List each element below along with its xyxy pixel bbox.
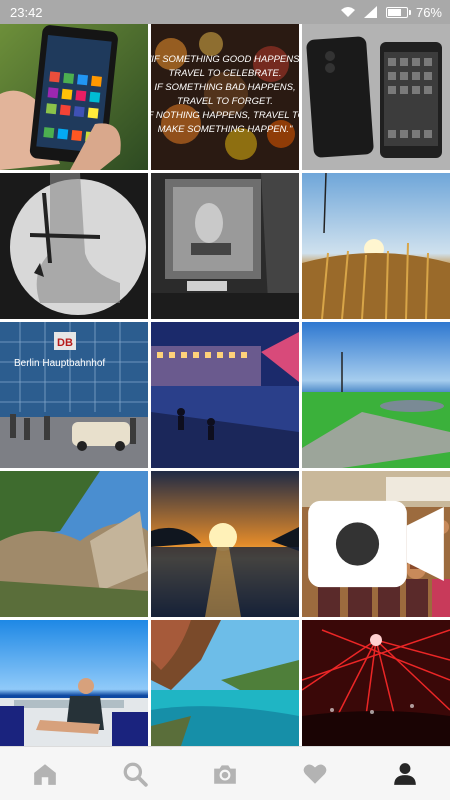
quote-line-4: TRAVEL TO FORGET. xyxy=(177,96,273,107)
profile-icon xyxy=(394,762,416,785)
grid-photo-berlin-station[interactable]: DB Berlin Hauptbahnhof xyxy=(0,322,148,468)
heart-icon xyxy=(303,763,327,784)
video-camera-icon xyxy=(308,500,444,588)
grid-photo-bay[interactable] xyxy=(151,620,299,746)
quote-line-5: IF NOTHING HAPPENS, TRAVEL TO xyxy=(151,110,299,121)
wifi-icon xyxy=(340,7,355,17)
grid-video-beach-party[interactable] xyxy=(302,471,450,617)
db-logo-text: DB xyxy=(57,337,73,349)
search-icon xyxy=(123,762,148,787)
status-icons: 76% xyxy=(340,5,442,20)
nav-activity-button[interactable] xyxy=(285,752,345,796)
grid-photo-club[interactable] xyxy=(302,620,450,746)
station-name-text: Berlin Hauptbahnhof xyxy=(14,358,105,369)
quote-line-2: TRAVEL TO CELEBRATE. xyxy=(169,68,282,79)
quote-line-3: IF SOMETHING BAD HAPPENS, xyxy=(154,82,295,93)
nav-camera-button[interactable] xyxy=(195,752,255,796)
grid-photo-park[interactable] xyxy=(302,322,450,468)
grid-photo-two-phones[interactable] xyxy=(302,24,450,170)
grid-photo-terrace[interactable] xyxy=(0,620,148,746)
nav-profile-button[interactable] xyxy=(375,752,435,796)
status-bar: 23:42 76% xyxy=(0,0,450,24)
bottom-navigation xyxy=(0,746,450,800)
quote-line-6: MAKE SOMETHING HAPPEN." xyxy=(158,124,293,135)
grid-photo-quote[interactable]: "IF SOMETHING GOOD HAPPENS, TRAVEL TO CE… xyxy=(151,24,299,170)
grid-photo-night-plaza[interactable] xyxy=(151,322,299,468)
signal-icon xyxy=(363,6,377,18)
home-icon xyxy=(34,763,56,785)
battery-icon xyxy=(385,6,411,18)
grid-photo-sunset[interactable] xyxy=(151,471,299,617)
quote-line-1: "IF SOMETHING GOOD HAPPENS, xyxy=(151,54,299,65)
camera-icon xyxy=(214,764,236,784)
status-time: 23:42 xyxy=(10,4,43,20)
grid-photo-ambulance[interactable] xyxy=(151,173,299,319)
battery-percent: 76% xyxy=(415,4,442,20)
grid-photo-wheat[interactable] xyxy=(302,173,450,319)
grid-photo-xray[interactable] xyxy=(0,173,148,319)
nav-home-button[interactable] xyxy=(15,752,75,796)
grid-photo-cliff[interactable] xyxy=(0,471,148,617)
nav-search-button[interactable] xyxy=(105,752,165,796)
photo-grid: "IF SOMETHING GOOD HAPPENS, TRAVEL TO CE… xyxy=(0,24,450,746)
grid-photo-phone-in-hand[interactable] xyxy=(0,24,148,170)
